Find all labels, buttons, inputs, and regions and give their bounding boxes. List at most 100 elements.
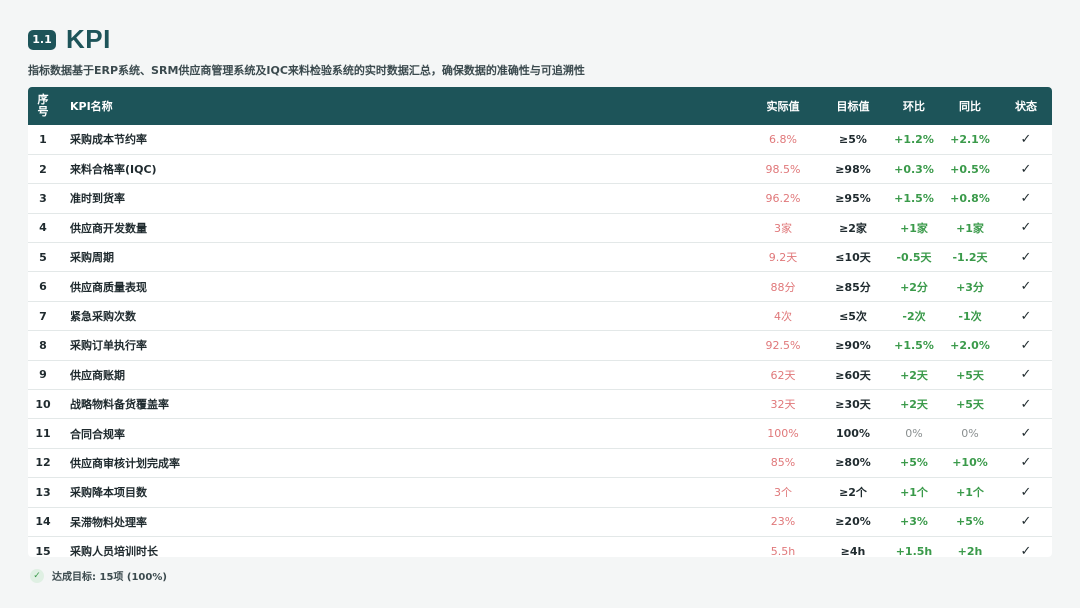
row-seq: 5 [39,250,47,264]
summary-text: 达成目标: 15项 (100%) [52,572,167,583]
row-seq: 4 [39,221,47,235]
kpi-table-container: 序号 KPI名称 实际值 目标值 环比 同比 状态 1 采购成本节约率 6.8% ≥5… [28,87,1052,557]
page-subtitle: 指标数据基于ERP系统、SRM供应商管理系统及IQC来料检验系统的实时数据汇总，… [28,64,585,77]
actual-value: 88分 [770,280,796,294]
kpi-name: 供应商质量表现 [70,280,147,294]
kpi-name: 采购订单执行率 [70,339,147,353]
target-value: ≥5% [839,132,867,146]
actual-value: 4次 [774,310,792,324]
actual-value: 9.2天 [768,251,798,265]
table-row: 14 呆滞物料处理率 23% ≥20% +3% +5% ✓ [28,507,1052,537]
table-header-row: 序号 KPI名称 实际值 目标值 环比 同比 状态 [28,87,1052,125]
mom-change: +5% [900,456,928,470]
row-seq: 6 [39,280,47,294]
column-header-seq: 序号 [28,87,58,125]
kpi-name: 来料合格率(IQC) [70,163,157,177]
target-value: 100% [836,427,870,441]
mom-change: +1.5h [895,544,933,557]
kpi-name: 采购降本项目数 [70,486,147,500]
table-row: 9 供应商账期 62天 ≥60天 +2天 +5天 ✓ [28,360,1052,390]
status-check-icon: ✓ [1020,337,1032,353]
actual-value: 98.5% [765,162,801,176]
page-title: KPI [66,24,111,54]
table-row: 1 采购成本节约率 6.8% ≥5% +1.2% +2.1% ✓ [28,125,1052,155]
column-header-yoy: 同比 [959,100,981,113]
yoy-change: +5% [956,515,984,529]
yoy-change: +3分 [956,280,984,294]
yoy-change: +2.0% [950,338,990,352]
yoy-change: +2h [957,544,983,557]
row-seq: 2 [39,162,47,176]
check-circle-icon: ✓ [30,568,44,583]
actual-value: 23% [770,515,796,529]
mom-change: +1.5% [894,191,934,205]
target-value: ≥95% [835,191,871,205]
table-row: 3 准时到货率 96.2% ≥95% +1.5% +0.8% ✓ [28,184,1052,214]
actual-value: 85% [770,456,796,470]
table-row: 15 采购人员培训时长 5.5h ≥4h +1.5h +2h ✓ [28,536,1052,557]
kpi-name: 合同合规率 [70,427,125,441]
status-check-icon: ✓ [1020,161,1032,177]
row-seq: 14 [35,515,51,529]
actual-value: 5.5h [770,544,796,557]
status-check-icon: ✓ [1020,426,1032,442]
actual-value: 100% [767,427,799,441]
kpi-name: 准时到货率 [70,192,125,206]
kpi-name: 供应商开发数量 [70,221,147,235]
yoy-change: +5天 [956,368,984,382]
row-seq: 8 [39,338,47,352]
status-check-icon: ✓ [1020,543,1032,557]
row-seq: 11 [35,427,51,441]
kpi-name: 呆滞物料处理率 [70,515,147,529]
mom-change: +3% [900,515,928,529]
column-header-mom: 环比 [903,100,925,113]
yoy-change: +5天 [956,398,984,412]
mom-change: +2分 [900,280,928,294]
yoy-change: +1个 [956,486,984,500]
actual-value: 3个 [774,486,792,500]
section-header: 1.1 KPI [28,24,111,55]
yoy-change: +0.8% [950,191,990,205]
status-check-icon: ✓ [1020,220,1032,236]
target-value: ≥85分 [835,280,871,294]
yoy-change: +0.5% [950,162,990,176]
row-seq: 10 [35,397,51,411]
mom-change: +2天 [900,398,928,412]
status-check-icon: ✓ [1020,249,1032,265]
status-check-icon: ✓ [1020,514,1032,530]
status-check-icon: ✓ [1020,279,1032,295]
mom-change: 0% [905,427,923,441]
target-value: ≤10天 [835,251,871,265]
table-row: 7 紧急采购次数 4次 ≤5次 -2次 -1次 ✓ [28,301,1052,331]
actual-value: 32天 [770,398,796,412]
column-header-name: KPI名称 [70,100,113,113]
target-value: ≥2个 [839,486,867,500]
column-header-target: 目标值 [836,100,870,113]
kpi-name: 采购周期 [70,251,114,265]
yoy-change: +1家 [956,221,984,235]
mom-change: +1个 [900,486,928,500]
actual-value: 3家 [774,221,792,235]
column-header-actual: 实际值 [766,100,800,113]
yoy-change: +10% [952,456,988,470]
kpi-table: 序号 KPI名称 实际值 目标值 环比 同比 状态 1 采购成本节约率 6.8% ≥5… [28,87,1052,557]
mom-change: +1.2% [894,132,934,146]
table-row: 4 供应商开发数量 3家 ≥2家 +1家 +1家 ✓ [28,213,1052,243]
target-value: ≤5次 [839,310,867,324]
table-row: 10 战略物料备货覆盖率 32天 ≥30天 +2天 +5天 ✓ [28,390,1052,419]
section-number-badge: 1.1 [28,29,56,50]
mom-change: +0.3% [894,162,934,176]
actual-value: 96.2% [765,191,801,205]
row-seq: 3 [39,191,47,205]
mom-change: +1家 [900,221,928,235]
status-check-icon: ✓ [1020,396,1032,412]
table-row: 11 合同合规率 100% 100% 0% 0% ✓ [28,419,1052,449]
row-seq: 15 [35,544,51,557]
kpi-name: 紧急采购次数 [70,310,136,324]
target-value: ≥80% [835,456,871,470]
mom-change: +1.5% [894,338,934,352]
summary-footer: ✓ 达成目标: 15项 (100%) [30,568,167,583]
yoy-change: +2.1% [950,132,990,146]
status-check-icon: ✓ [1020,455,1032,471]
row-seq: 7 [39,309,47,323]
